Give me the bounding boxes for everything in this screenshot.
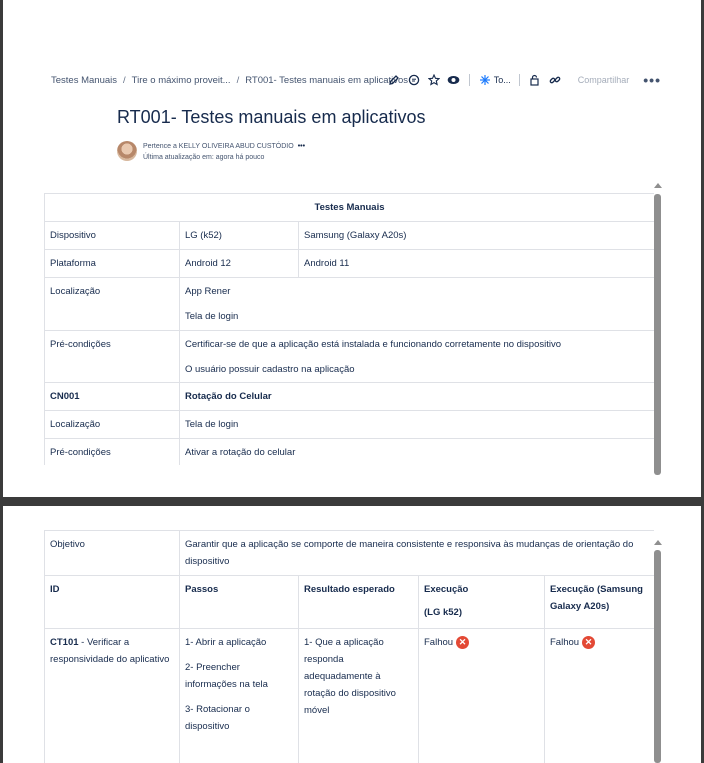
table-header: Testes Manuais	[44, 193, 654, 222]
toolbar-divider	[468, 74, 470, 86]
error-cross-icon: ✕	[582, 635, 596, 649]
test-table: Testes Manuais Dispositivo LG (k52) Sams…	[44, 193, 654, 465]
step-item: 1- Abrir a aplicação	[185, 637, 267, 648]
top-bar: Testes Manuais / Tire o máximo proveit..…	[51, 70, 661, 90]
step-item: 3- Rotacionar o dispositivo	[185, 704, 250, 732]
table-cell-expected: 1- Que a aplicação responda adequadament…	[298, 628, 419, 763]
table-cell-id: CT101 - Verificar a responsividade do ap…	[44, 628, 180, 763]
ai-label[interactable]: To...	[494, 75, 511, 85]
row-label: Dispositivo	[44, 221, 180, 250]
table-cell: LG (k52)	[179, 221, 299, 250]
share-button[interactable]: Compartilhar	[578, 75, 630, 85]
page-toolbar: To... Compartilhar •••	[387, 70, 661, 90]
test-case-table: Objetivo Garantir que a aplicação se com…	[44, 530, 654, 763]
breadcrumb-parent[interactable]: Tire o máximo proveit...	[132, 75, 231, 86]
table-container: Objetivo Garantir que a aplicação se com…	[44, 530, 654, 763]
error-cross-icon: ✕	[456, 635, 470, 649]
owner-more-icon[interactable]: •••	[298, 143, 305, 150]
table-cell: Samsung (Galaxy A20s)	[298, 221, 654, 250]
scroll-up-arrow-icon[interactable]	[654, 540, 662, 545]
column-header-resultado: Resultado esperado	[298, 575, 419, 629]
table-container: Testes Manuais Dispositivo LG (k52) Sams…	[44, 193, 654, 465]
row-label: Pré-condições	[44, 330, 180, 383]
column-header-exec2: Execução (Samsung Galaxy A20s)	[543, 575, 654, 629]
column-header-exec1: Execução (LG k52)	[418, 575, 545, 629]
byline-text: Pertence a KELLY OLIVEIRA ABUD CUSTÓDIO •…	[143, 141, 305, 163]
avatar[interactable]	[117, 141, 137, 161]
row-label: CN001	[44, 382, 180, 411]
header-line: Execução (Samsung Galaxy A20s)	[550, 584, 643, 612]
copy-link-icon[interactable]	[548, 73, 562, 87]
objective-text: Garantir que a aplicação se comporte de …	[185, 539, 634, 567]
step-item: 2- Preencher informações na tela	[185, 662, 268, 690]
comment-icon[interactable]	[407, 73, 421, 87]
header-line: (LG k52)	[424, 607, 463, 618]
breadcrumb-current[interactable]: RT001- Testes manuais em aplicativos	[245, 75, 408, 86]
expected-result: 1- Que a aplicação responda adequadament…	[304, 637, 396, 716]
table-cell-exec2: Falhou ✕	[543, 628, 654, 763]
row-label: Plataforma	[44, 249, 180, 278]
cell-line: Certificar-se de que a aplicação está in…	[185, 339, 562, 350]
test-id: CT101	[50, 637, 79, 648]
table-cell: Certificar-se de que a aplicação está in…	[179, 330, 654, 383]
breadcrumb-separator: /	[236, 74, 240, 86]
cell-line: O usuário possuir cadastro na aplicação	[185, 364, 355, 375]
table-cell: Ativar a rotação do celular	[179, 438, 654, 465]
row-label: Objetivo	[44, 530, 180, 576]
more-actions-icon[interactable]: •••	[643, 73, 661, 87]
row-label: Localização	[44, 410, 180, 439]
column-header-passos: Passos	[179, 575, 299, 629]
table-cell-steps: 1- Abrir a aplicação 2- Preencher inform…	[179, 628, 299, 763]
page-top: Testes Manuais / Tire o máximo proveit..…	[3, 0, 701, 497]
table-cell: Rotação do Celular	[179, 382, 654, 411]
breadcrumb-space[interactable]: Testes Manuais	[51, 75, 117, 86]
table-cell: Android 11	[298, 249, 654, 278]
header-line: Execução	[424, 584, 469, 595]
cell-line: App Rener	[185, 286, 231, 297]
table-cell: Android 12	[179, 249, 299, 278]
vertical-scrollbar[interactable]	[654, 550, 661, 763]
column-header-id: ID	[44, 575, 180, 629]
table-cell: App Rener Tela de login	[179, 277, 654, 331]
owner-line: Pertence a KELLY OLIVEIRA ABUD CUSTÓDIO	[143, 143, 294, 150]
cell-line: Tela de login	[185, 311, 239, 322]
scroll-up-arrow-icon[interactable]	[654, 183, 662, 188]
table-cell: Tela de login	[179, 410, 654, 439]
edit-pencil-icon[interactable]	[387, 73, 401, 87]
breadcrumb-separator: /	[123, 74, 126, 86]
page-bottom: Objetivo Garantir que a aplicação se com…	[3, 506, 701, 763]
watch-eye-icon[interactable]	[447, 73, 461, 87]
table-cell: Garantir que a aplicação se comporte de …	[178, 530, 654, 576]
ai-sparkle-icon[interactable]	[478, 73, 492, 87]
last-updated: Última atualização em: agora há pouco	[143, 154, 265, 161]
status-text: Falhou	[424, 637, 454, 648]
table-cell-exec1: Falhou ✕	[418, 628, 545, 763]
byline: Pertence a KELLY OLIVEIRA ABUD CUSTÓDIO •…	[117, 141, 305, 163]
page-title: RT001- Testes manuais em aplicativos	[117, 107, 426, 127]
star-icon[interactable]	[427, 73, 441, 87]
vertical-scrollbar[interactable]	[654, 194, 661, 475]
restrictions-lock-icon[interactable]	[528, 73, 542, 87]
row-label: Localização	[44, 277, 180, 331]
status-text: Falhou	[550, 637, 580, 648]
row-label: Pré-condições	[44, 438, 180, 465]
toolbar-divider	[518, 74, 520, 86]
